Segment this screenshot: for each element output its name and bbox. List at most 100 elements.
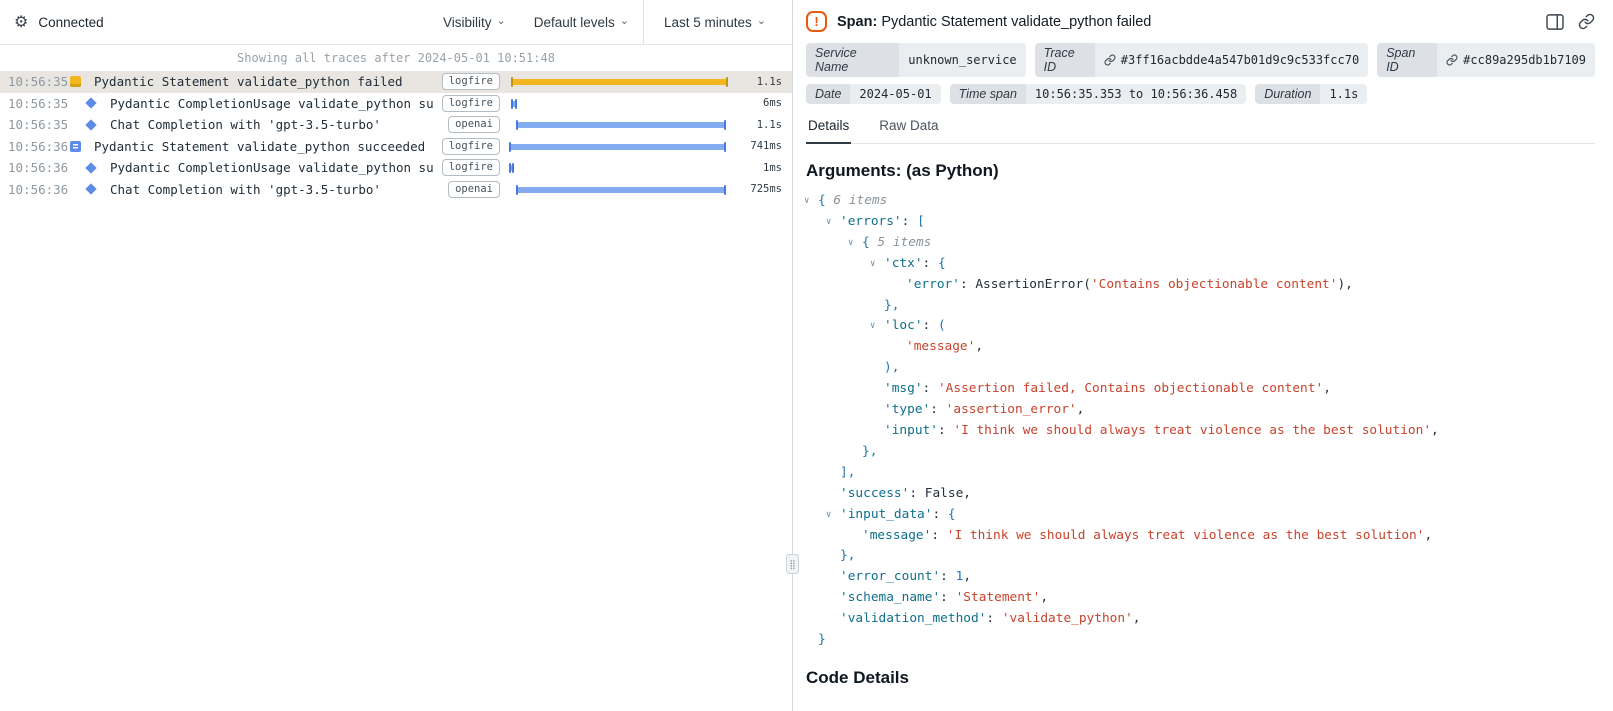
code-token: ], bbox=[840, 465, 855, 480]
trace-row-time: 10:56:35 bbox=[8, 117, 66, 132]
warn-level-icon bbox=[66, 76, 94, 87]
badge-value: 10:56:35.353 to 10:56:36.458 bbox=[1026, 84, 1246, 104]
code-token: ), bbox=[1337, 277, 1352, 292]
code-token: }, bbox=[862, 444, 877, 459]
trace-row-timeline bbox=[510, 179, 734, 201]
code-token: 'ctx' bbox=[884, 256, 923, 271]
code-token: { bbox=[862, 235, 877, 250]
toolbar-right: Visibility ⌄ Default levels ⌄ Last 5 min… bbox=[429, 0, 792, 44]
collapse-chevron-icon[interactable]: ∨ bbox=[848, 233, 853, 254]
code-line: 'error': AssertionError('Contains object… bbox=[806, 275, 1595, 296]
code-line: ), bbox=[806, 358, 1595, 379]
code-token: : bbox=[940, 590, 955, 605]
trace-row[interactable]: 10:56:36Pydantic Statement validate_pyth… bbox=[0, 136, 792, 158]
code-line: ], bbox=[806, 463, 1595, 484]
link-icon[interactable] bbox=[1446, 54, 1458, 66]
code-token: : bbox=[930, 402, 945, 417]
trace-row-label: Pydantic Statement validate_python faile… bbox=[94, 74, 434, 89]
code-line: 'success': False, bbox=[806, 484, 1595, 505]
code-line: 'msg': 'Assertion failed, Contains objec… bbox=[806, 379, 1595, 400]
trace-row-duration: 1ms bbox=[734, 162, 782, 174]
code-token: 'validation_method' bbox=[840, 611, 986, 626]
code-token: 'input' bbox=[884, 423, 938, 438]
code-line: 'validation_method': 'validate_python', bbox=[806, 609, 1595, 630]
span-duration-bar bbox=[510, 165, 513, 171]
badge-span-id: Span ID#cc89a295db1b7109 bbox=[1377, 43, 1595, 77]
code-line: ∨'loc': ( bbox=[806, 316, 1595, 337]
code-details-heading: Code Details bbox=[806, 668, 1595, 688]
badge-trace-id: Trace ID #3ff16acbdde4a547b01d9c9c533fcc7… bbox=[1035, 43, 1369, 77]
time-range-label: Last 5 minutes bbox=[664, 15, 752, 30]
badge-value-text: #cc89a295db1b7109 bbox=[1463, 53, 1586, 67]
code-line: ∨{ 6 items bbox=[806, 191, 1595, 212]
toolbar-left: ⚙ Connected bbox=[0, 0, 104, 44]
code-token: , bbox=[1323, 381, 1331, 396]
trace-row[interactable]: 10:56:36Pydantic CompletionUsage validat… bbox=[0, 157, 792, 179]
trace-row-tag: logfire bbox=[442, 159, 500, 176]
code-token: : bbox=[923, 256, 938, 271]
chevron-down-icon: ⌄ bbox=[620, 14, 629, 27]
code-token: 5 items bbox=[877, 235, 931, 250]
collapse-chevron-icon[interactable]: ∨ bbox=[870, 316, 875, 337]
trace-row-time: 10:56:35 bbox=[8, 96, 66, 111]
open-panel-icon[interactable] bbox=[1546, 14, 1564, 30]
code-token: }, bbox=[884, 298, 899, 313]
tab-details[interactable]: Details bbox=[806, 118, 851, 144]
code-token: , bbox=[1077, 402, 1085, 417]
visibility-dropdown[interactable]: Visibility ⌄ bbox=[429, 0, 520, 44]
collapse-chevron-icon[interactable]: ∨ bbox=[804, 191, 809, 212]
code-token: { bbox=[938, 256, 946, 271]
trace-row-duration: 6ms bbox=[734, 97, 782, 109]
trace-row-tag: openai bbox=[448, 116, 500, 133]
trace-row-time: 10:56:36 bbox=[8, 182, 66, 197]
code-token: , bbox=[1133, 611, 1141, 626]
span-diamond-icon bbox=[66, 99, 110, 107]
code-line: 'schema_name': 'Statement', bbox=[806, 588, 1595, 609]
badge-duration: Duration1.1s bbox=[1255, 84, 1367, 104]
trace-row-duration: 725ms bbox=[734, 183, 782, 195]
code-token: 6 items bbox=[833, 193, 887, 208]
code-line: 'error_count': 1, bbox=[806, 567, 1595, 588]
default-levels-dropdown[interactable]: Default levels ⌄ bbox=[520, 0, 643, 44]
badge-label: Time span bbox=[950, 84, 1026, 104]
badge-label: Trace ID bbox=[1035, 43, 1095, 77]
trace-row[interactable]: 10:56:35Chat Completion with 'gpt-3.5-tu… bbox=[0, 114, 792, 136]
span-duration-bar bbox=[512, 101, 516, 107]
collapse-chevron-icon[interactable]: ∨ bbox=[826, 212, 831, 233]
traces-status-line: Showing all traces after 2024-05-01 10:5… bbox=[0, 45, 792, 71]
badge-value: 1.1s bbox=[1320, 84, 1367, 104]
chevron-down-icon: ⌄ bbox=[757, 14, 766, 27]
code-token: : bbox=[923, 381, 938, 396]
trace-row[interactable]: 10:56:35 Pydantic Statement validate_pyth… bbox=[0, 71, 792, 93]
trace-row-tag: logfire bbox=[442, 95, 500, 112]
badge-rows: Service Nameunknown_serviceTrace ID#3ff1… bbox=[806, 43, 1595, 104]
code-token: 'validate_python' bbox=[1002, 611, 1133, 626]
link-icon[interactable] bbox=[1104, 54, 1116, 66]
code-token: , bbox=[1040, 590, 1048, 605]
collapse-chevron-icon[interactable]: ∨ bbox=[870, 254, 875, 275]
tab-raw-data[interactable]: Raw Data bbox=[877, 118, 940, 143]
code-token: 'type' bbox=[884, 402, 930, 417]
span-diamond-icon bbox=[66, 185, 110, 193]
header-actions bbox=[1546, 13, 1595, 30]
panel-resize-handle[interactable]: ⣿ bbox=[786, 554, 799, 574]
collapse-chevron-icon[interactable]: ∨ bbox=[826, 505, 831, 526]
time-range-dropdown[interactable]: Last 5 minutes ⌄ bbox=[643, 0, 792, 44]
badge-time-span: Time span10:56:35.353 to 10:56:36.458 bbox=[950, 84, 1247, 104]
arguments-code-block: ∨{ 6 items∨'errors': [∨{ 5 items∨'ctx': … bbox=[806, 191, 1595, 651]
code-token: : bbox=[931, 528, 946, 543]
copy-link-icon[interactable] bbox=[1578, 13, 1595, 30]
trace-row[interactable]: 10:56:35Pydantic CompletionUsage validat… bbox=[0, 93, 792, 115]
code-token: 'Statement' bbox=[956, 590, 1041, 605]
code-line: ∨'input_data': { bbox=[806, 505, 1595, 526]
connection-status: Connected bbox=[38, 15, 103, 30]
span-diamond-icon bbox=[66, 121, 110, 129]
code-token: 'message' bbox=[906, 339, 975, 354]
trace-row-time: 10:56:35 bbox=[8, 74, 66, 89]
code-line: 'type': 'assertion_error', bbox=[806, 400, 1595, 421]
settings-gear-icon[interactable]: ⚙ bbox=[14, 12, 28, 32]
badge-row: Date2024-05-01Time span10:56:35.353 to 1… bbox=[806, 84, 1595, 104]
code-token: 'I think we should always treat violence… bbox=[953, 423, 1431, 438]
badge-value-text: #3ff16acbdde4a547b01d9c9c533fcc70 bbox=[1121, 53, 1359, 67]
trace-row[interactable]: 10:56:36Chat Completion with 'gpt-3.5-tu… bbox=[0, 179, 792, 201]
